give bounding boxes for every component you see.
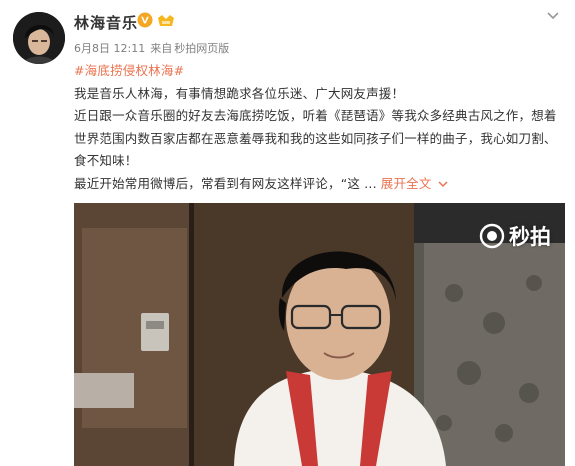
hashtag-link[interactable]: #海底捞侵权林海# bbox=[74, 60, 564, 83]
expand-full-text-link[interactable]: 展开全文 bbox=[381, 176, 448, 191]
user-badges bbox=[137, 12, 175, 28]
avatar-portrait-icon bbox=[13, 12, 65, 64]
expand-label[interactable]: 展开全文 bbox=[381, 176, 432, 191]
avatar[interactable] bbox=[13, 12, 65, 64]
watermark-text: 秒拍 bbox=[509, 225, 551, 249]
post-paragraph: 近日跟一众音乐圈的好友去海底捞吃饭，听着《琵琶语》等我众多经典古风之作，想着世界… bbox=[74, 108, 557, 168]
miaopai-logo-icon bbox=[479, 223, 505, 249]
verified-v-badge-icon[interactable] bbox=[137, 12, 153, 28]
member-level-icon[interactable] bbox=[157, 13, 175, 27]
video-thumbnail[interactable]: 秒拍 bbox=[74, 203, 565, 466]
post-paragraph-last: 最近开始常用微博后，常看到有网友这样评论，“这 ... 展开全文 bbox=[74, 173, 564, 196]
source-prefix: 来自 bbox=[150, 42, 173, 55]
post-paragraph: 我是音乐人林海，有事情想跪求各位乐迷、广大网友声援！ bbox=[74, 85, 405, 101]
post-source[interactable]: 秒拍网页版 bbox=[174, 42, 229, 55]
post-content: #海底捞侵权林海# 我是音乐人林海，有事情想跪求各位乐迷、广大网友声援！ 近日跟… bbox=[74, 60, 564, 195]
post-date[interactable]: 6月8日 12:11 bbox=[74, 42, 145, 55]
post-paragraph-text: 最近开始常用微博后，常看到有网友这样评论，“这 ... bbox=[74, 175, 377, 191]
post-meta: 6月8日 12:11 来自 秒拍网页版 bbox=[74, 40, 234, 56]
chevron-down-icon[interactable] bbox=[438, 180, 448, 188]
video-watermark: 秒拍 bbox=[479, 221, 551, 251]
chevron-down-icon[interactable] bbox=[547, 12, 559, 20]
username[interactable]: 林海音乐 bbox=[74, 12, 138, 33]
